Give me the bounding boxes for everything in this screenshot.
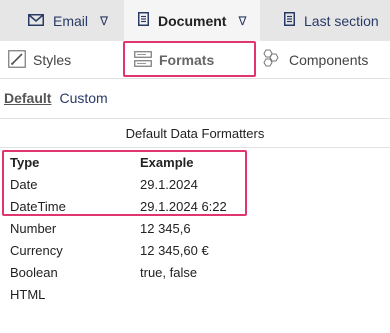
tab-email[interactable]: Email ∇ [28, 0, 108, 41]
tab-last-section[interactable]: Last section [284, 0, 379, 41]
tab-components-label: Components [289, 52, 369, 68]
table-highlight-box [2, 150, 247, 216]
formats-highlight-box [123, 41, 256, 77]
switch-default[interactable]: Default [4, 90, 51, 106]
chevron-down-icon[interactable]: ∇ [100, 14, 108, 28]
envelope-icon [28, 13, 44, 29]
row-example: true, false [140, 264, 198, 280]
document-icon [138, 12, 149, 29]
table-row: Number 12 345,6 [10, 217, 380, 239]
tab-email-label: Email [53, 12, 89, 29]
row-type: Number [10, 220, 57, 236]
tab-last-section-label: Last section [304, 12, 379, 29]
table-row: Boolean true, false [10, 261, 380, 283]
tab-styles[interactable]: Styles [8, 41, 71, 79]
row-type: Currency [10, 242, 63, 258]
document-icon [284, 12, 295, 29]
row-type: Boolean [10, 264, 58, 280]
panel-title: Default Data Formatters [0, 118, 390, 148]
tab-components[interactable]: Components [260, 41, 368, 79]
tab-document[interactable]: Document ∇ [124, 0, 260, 41]
hexagons-icon [260, 49, 282, 72]
row-type: HTML [10, 286, 46, 302]
chevron-down-icon[interactable]: ∇ [238, 14, 246, 28]
table-row: HTML [10, 283, 380, 305]
formatter-set-switch: Default Custom [4, 90, 108, 106]
tab-document-label: Document [158, 12, 227, 29]
pencil-icon [8, 49, 26, 71]
row-example: 12 345,60 € [140, 242, 209, 258]
table-row: Currency 12 345,60 € [10, 239, 380, 261]
top-tab-bar: Email ∇ Document ∇ Last section [0, 0, 390, 41]
tab-styles-label: Styles [33, 52, 72, 68]
row-example: 12 345,6 [140, 220, 191, 236]
switch-custom[interactable]: Custom [59, 90, 107, 106]
